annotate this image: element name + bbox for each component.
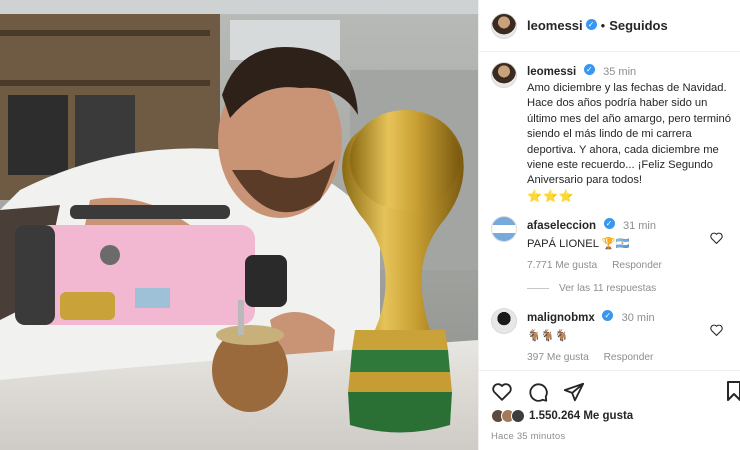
heart-icon[interactable] — [491, 381, 513, 403]
reply-button[interactable]: Responder — [604, 352, 654, 363]
comment-time: 30 min — [621, 312, 655, 324]
liker-avatar — [511, 409, 525, 423]
author-username[interactable]: leomessi — [527, 18, 583, 33]
action-icons — [491, 381, 585, 403]
comment-likes[interactable]: 397 Me gusta — [527, 352, 589, 363]
comment-item: afaseleccion ✓ 31 min PAPÁ LIONEL 🏆🇦🇷 7.… — [491, 216, 735, 271]
view-replies-button[interactable]: Ver las 11 respuestas — [527, 283, 656, 294]
comment-item: malignobmx ✓ 30 min 🐐🐐🐐 397 Me gusta Res… — [491, 308, 735, 363]
comment-meta: 397 Me gusta Responder — [527, 352, 722, 363]
likes-count[interactable]: 1.550.264 Me gusta — [529, 410, 633, 422]
comment-meta: 7.771 Me gusta Responder — [527, 260, 722, 271]
comment-username[interactable]: afaseleccion — [527, 220, 596, 232]
comment-username[interactable]: malignobmx — [527, 312, 595, 324]
caption-emoji: ⭐⭐⭐ — [527, 188, 575, 203]
post-side-panel: leomessi ✓ • Seguidos leomessi ✓ 35 min … — [478, 0, 740, 450]
caption-time: 35 min — [603, 66, 637, 78]
caption-message: Amo diciembre y las fechas de Navidad. H… — [527, 82, 731, 187]
caption-avatar[interactable] — [491, 62, 517, 88]
comment-text: PAPÁ LIONEL 🏆🇦🇷 — [527, 238, 630, 250]
replies-line — [527, 288, 549, 289]
heart-icon[interactable] — [710, 324, 723, 336]
post-actions: 1.550.264 Me gusta Hace 35 minutos — [479, 370, 740, 450]
post-timestamp: Hace 35 minutos — [491, 431, 566, 442]
following-button[interactable]: Seguidos — [609, 18, 668, 33]
comment-time: 31 min — [622, 220, 656, 232]
comment-likes[interactable]: 7.771 Me gusta — [527, 260, 597, 271]
header-separator: • — [600, 18, 606, 33]
verified-badge-icon: ✓ — [585, 19, 597, 30]
verified-badge-icon: ✓ — [602, 310, 614, 322]
post-photo-illustration — [0, 0, 478, 450]
view-replies-label: Ver las 11 respuestas — [559, 283, 657, 294]
comment-heading: afaseleccion ✓ 31 min — [527, 216, 722, 234]
reply-button[interactable]: Responder — [612, 260, 662, 271]
post-header: leomessi ✓ • Seguidos — [479, 0, 740, 52]
comment-body: afaseleccion ✓ 31 min PAPÁ LIONEL 🏆🇦🇷 7.… — [527, 216, 722, 271]
verified-badge-icon: ✓ — [583, 64, 595, 76]
commenter-avatar[interactable] — [491, 216, 517, 242]
paper-plane-icon[interactable] — [563, 381, 585, 403]
likes-row[interactable]: 1.550.264 Me gusta — [491, 409, 633, 423]
comment-bubble-icon[interactable] — [527, 381, 549, 403]
comment-text: 🐐🐐🐐 — [527, 330, 569, 342]
author-avatar[interactable] — [491, 12, 517, 39]
caption-body: leomessi ✓ 35 min Amo diciembre y las fe… — [527, 62, 735, 205]
bookmark-icon[interactable] — [727, 381, 740, 401]
heart-icon[interactable] — [710, 232, 723, 244]
post-image — [0, 0, 478, 450]
comment-body: malignobmx ✓ 30 min 🐐🐐🐐 397 Me gusta Res… — [527, 308, 722, 363]
commenter-avatar[interactable] — [491, 308, 517, 334]
caption-text: Amo diciembre y las fechas de Navidad. H… — [527, 81, 735, 205]
post-caption: leomessi ✓ 35 min Amo diciembre y las fe… — [491, 62, 735, 205]
verified-badge-icon: ✓ — [603, 218, 615, 230]
caption-username[interactable]: leomessi — [527, 66, 576, 78]
caption-heading: leomessi ✓ 35 min — [527, 62, 735, 80]
comment-heading: malignobmx ✓ 30 min — [527, 308, 722, 326]
